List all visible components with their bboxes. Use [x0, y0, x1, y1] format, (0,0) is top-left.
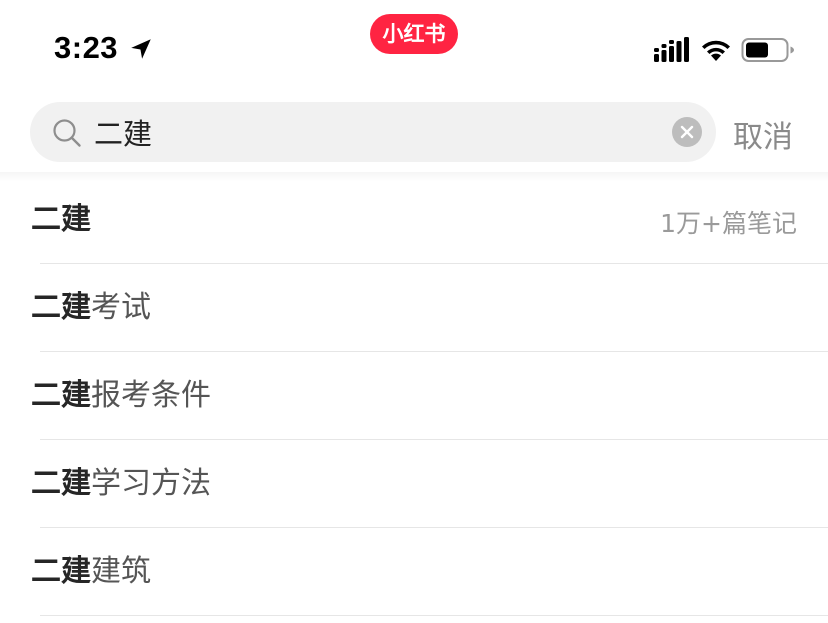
suggestion-suffix: 报考条件	[91, 378, 211, 413]
suggestion-suffix: 学习方法	[91, 466, 211, 501]
note-count: 1万+篇笔记	[660, 209, 797, 238]
suggestion-keyword: 二建	[31, 554, 91, 589]
suggestion-text: 二建报考条件	[31, 376, 211, 416]
suggestion-keyword: 二建	[31, 290, 91, 325]
suggestion-item[interactable]: 二建 1万+篇笔记	[0, 176, 828, 264]
status-bar: 3:23 小红书	[0, 0, 828, 92]
suggestion-item[interactable]: 二建建筑	[0, 528, 828, 616]
app-badge: 小红书	[370, 14, 458, 54]
search-row: 取消	[0, 92, 828, 176]
suggestion-item[interactable]: 二建学习方法	[0, 440, 828, 528]
suggestion-list: 二建 1万+篇笔记 二建考试 二建报考条件 二建学习方法 二建建筑	[0, 176, 828, 616]
search-box[interactable]	[30, 102, 716, 162]
battery-icon	[741, 38, 794, 62]
wifi-icon	[702, 40, 730, 61]
suggestion-keyword: 二建	[31, 202, 91, 237]
status-time: 3:23	[54, 30, 119, 65]
suggestion-suffix: 考试	[91, 290, 151, 325]
search-icon	[53, 119, 81, 147]
clear-search-icon[interactable]	[672, 117, 702, 147]
suggestion-suffix: 建筑	[91, 554, 151, 589]
suggestion-keyword: 二建	[31, 466, 91, 501]
suggestion-text: 二建考试	[31, 288, 151, 328]
suggestion-text: 二建学习方法	[31, 464, 211, 504]
suggestion-item[interactable]: 二建考试	[0, 264, 828, 352]
cellular-signal-icon	[654, 37, 689, 62]
cancel-button[interactable]: 取消	[733, 112, 793, 156]
suggestion-keyword: 二建	[31, 378, 91, 413]
search-input[interactable]	[94, 102, 654, 162]
suggestion-item[interactable]: 二建报考条件	[0, 352, 828, 440]
suggestion-text: 二建	[31, 200, 91, 240]
location-arrow-icon	[131, 39, 151, 59]
suggestion-text: 二建建筑	[31, 552, 151, 592]
